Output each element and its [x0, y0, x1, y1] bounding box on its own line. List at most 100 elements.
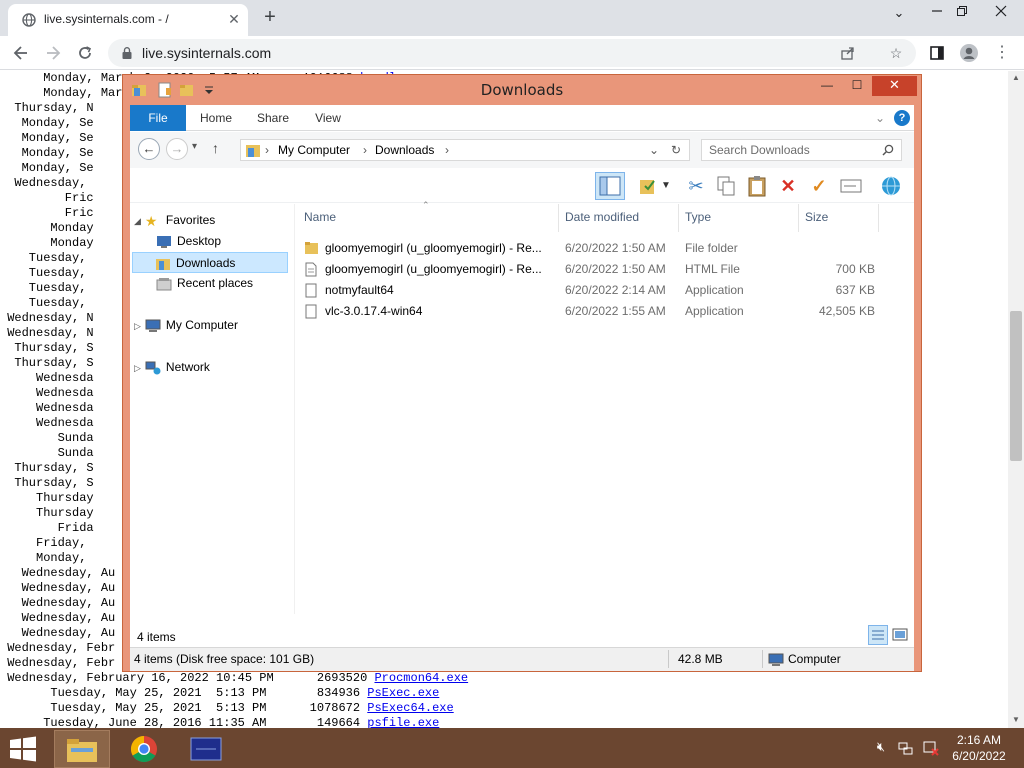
crumb-downloads[interactable]: Downloads: [375, 143, 434, 157]
listing-date: Fric: [0, 206, 94, 220]
address-bar[interactable]: live.sysinternals.com ☆: [108, 39, 916, 67]
nav-recent-places[interactable]: Recent places: [156, 273, 253, 294]
column-date-modified[interactable]: Date modified: [565, 210, 639, 224]
listing-date: Thursday: [0, 506, 94, 520]
details-view-button[interactable]: [868, 625, 888, 645]
back-button[interactable]: [8, 41, 34, 65]
taskbar-chrome[interactable]: [116, 730, 172, 768]
explorer-window: Downloads — ☐ ✕ File Home Share View ⌄ ?…: [122, 74, 922, 672]
globe-icon: [22, 13, 36, 27]
volume-muted-icon[interactable]: 🔇︎: [872, 739, 890, 757]
listing-file-link[interactable]: Procmon64.exe: [374, 671, 468, 685]
explorer-back-button[interactable]: ←: [138, 138, 160, 160]
tab-view[interactable]: View: [306, 105, 350, 131]
rename-icon[interactable]: [838, 173, 864, 199]
windows-start-icon[interactable]: [8, 736, 38, 762]
file-row[interactable]: gloomyemogirl (u_gloomyemogirl) - Re... 6…: [296, 259, 914, 280]
nav-desktop[interactable]: Desktop: [156, 231, 221, 252]
column-divider[interactable]: [798, 204, 799, 232]
crumb-my-computer[interactable]: My Computer: [278, 143, 350, 157]
checkmark-icon[interactable]: ✓: [806, 173, 832, 199]
paste-icon[interactable]: [744, 173, 770, 199]
refresh-icon[interactable]: ↻: [671, 143, 681, 157]
tab-close-icon[interactable]: ✕: [226, 9, 242, 29]
close-window-button[interactable]: [984, 0, 1018, 26]
preview-pane-button[interactable]: [595, 172, 625, 200]
file-row[interactable]: vlc-3.0.17.4-win64 6/20/2022 1:55 AM Appli…: [296, 301, 914, 322]
explorer-close-button[interactable]: ✕: [872, 76, 917, 96]
explorer-maximize-button[interactable]: ☐: [843, 76, 871, 96]
item-count: 4 items: [137, 630, 176, 644]
listing-date: Sunda: [0, 431, 94, 445]
page-scrollbar[interactable]: ▲ ▼: [1008, 71, 1024, 730]
explorer-titlebar[interactable]: Downloads — ☐ ✕: [123, 75, 921, 105]
file-type: File folder: [685, 241, 738, 255]
recent-locations-icon[interactable]: ▾: [192, 141, 197, 152]
network-globe-icon[interactable]: [878, 173, 904, 199]
listing-date: Tuesday, May 25, 2021 5:13 PM: [0, 686, 267, 700]
computer-icon: [145, 319, 161, 332]
file-size: 42,505 KB: [818, 304, 875, 318]
new-tab-button[interactable]: +: [258, 5, 282, 29]
collapsed-arrow-icon[interactable]: ▷: [134, 321, 141, 331]
nav-network[interactable]: ▷ Network: [134, 357, 210, 378]
column-size[interactable]: Size: [805, 210, 828, 224]
cut-icon[interactable]: ✂: [683, 173, 709, 199]
tab-file[interactable]: File: [130, 105, 186, 131]
search-input[interactable]: Search Downloads: [701, 139, 902, 161]
bookmark-star-icon[interactable]: ☆: [886, 43, 906, 63]
column-divider[interactable]: [678, 204, 679, 232]
reload-button[interactable]: [72, 41, 98, 65]
large-icons-view-button[interactable]: [890, 625, 910, 645]
column-divider[interactable]: [878, 204, 879, 232]
up-arrow-icon[interactable]: ↑: [212, 140, 219, 156]
organize-icon[interactable]: [635, 173, 661, 199]
taskbar-file-explorer[interactable]: [54, 730, 110, 768]
scroll-thumb[interactable]: [1010, 311, 1022, 461]
listing-file-link[interactable]: PsExec64.exe: [367, 701, 453, 715]
expand-ribbon-icon[interactable]: ⌄: [872, 105, 888, 131]
network-icon: [145, 361, 161, 375]
lock-icon[interactable]: [120, 46, 134, 60]
nav-downloads[interactable]: Downloads: [132, 252, 288, 273]
tab-share[interactable]: Share: [250, 105, 296, 131]
help-icon[interactable]: ?: [894, 110, 910, 126]
scroll-down-icon[interactable]: ▼: [1010, 715, 1022, 727]
crumb-separator-icon: ›: [363, 143, 367, 157]
column-name[interactable]: Name: [304, 210, 336, 224]
clock[interactable]: 2:16 AM 6/20/2022: [940, 732, 1018, 764]
restore-button[interactable]: [945, 0, 979, 26]
copy-icon[interactable]: [713, 173, 739, 199]
share-icon[interactable]: [838, 43, 858, 63]
action-center-icon[interactable]: [922, 739, 940, 757]
menu-dots-icon[interactable]: ⋮: [990, 41, 1014, 65]
nav-favorites[interactable]: ◢ ★ Favorites: [134, 210, 215, 231]
delete-icon[interactable]: ✕: [775, 173, 801, 199]
tab-search-icon[interactable]: ⌄: [882, 0, 916, 26]
forward-button[interactable]: [40, 41, 66, 65]
taskbar-app[interactable]: [178, 730, 234, 768]
explorer-minimize-button[interactable]: —: [813, 76, 841, 96]
address-dropdown-icon[interactable]: ⌄: [649, 143, 659, 157]
tab-home[interactable]: Home: [192, 105, 240, 131]
explorer-address-box[interactable]: › My Computer › Downloads › ⌄ ↻: [240, 139, 690, 161]
profile-avatar-icon[interactable]: [957, 41, 981, 65]
network-tray-icon[interactable]: [897, 739, 915, 757]
listing-file-link[interactable]: PsExec.exe: [367, 686, 439, 700]
organize-dropdown-icon[interactable]: ▼: [660, 173, 672, 199]
column-divider[interactable]: [558, 204, 559, 232]
file-row[interactable]: notmyfault64 6/20/2022 2:14 AM Application…: [296, 280, 914, 301]
scroll-up-icon[interactable]: ▲: [1010, 73, 1022, 85]
expanded-arrow-icon[interactable]: ◢: [134, 216, 141, 226]
browser-tab[interactable]: live.sysinternals.com - / ✕: [8, 4, 248, 36]
column-type[interactable]: Type: [685, 210, 711, 224]
nav-my-computer[interactable]: ▷ My Computer: [134, 315, 238, 336]
explorer-title: Downloads: [480, 81, 564, 99]
listing-date: Wednesda: [0, 401, 94, 415]
listing-line: Tuesday, May 25, 2021 5:13 PM 834936 PsE…: [0, 686, 468, 701]
listing-date: Tuesday,: [0, 251, 94, 265]
side-panel-icon[interactable]: [925, 41, 949, 65]
file-row[interactable]: gloomyemogirl (u_gloomyemogirl) - Re... 6…: [296, 238, 914, 259]
collapsed-arrow-icon[interactable]: ▷: [134, 363, 141, 373]
explorer-forward-button[interactable]: →: [166, 138, 188, 160]
